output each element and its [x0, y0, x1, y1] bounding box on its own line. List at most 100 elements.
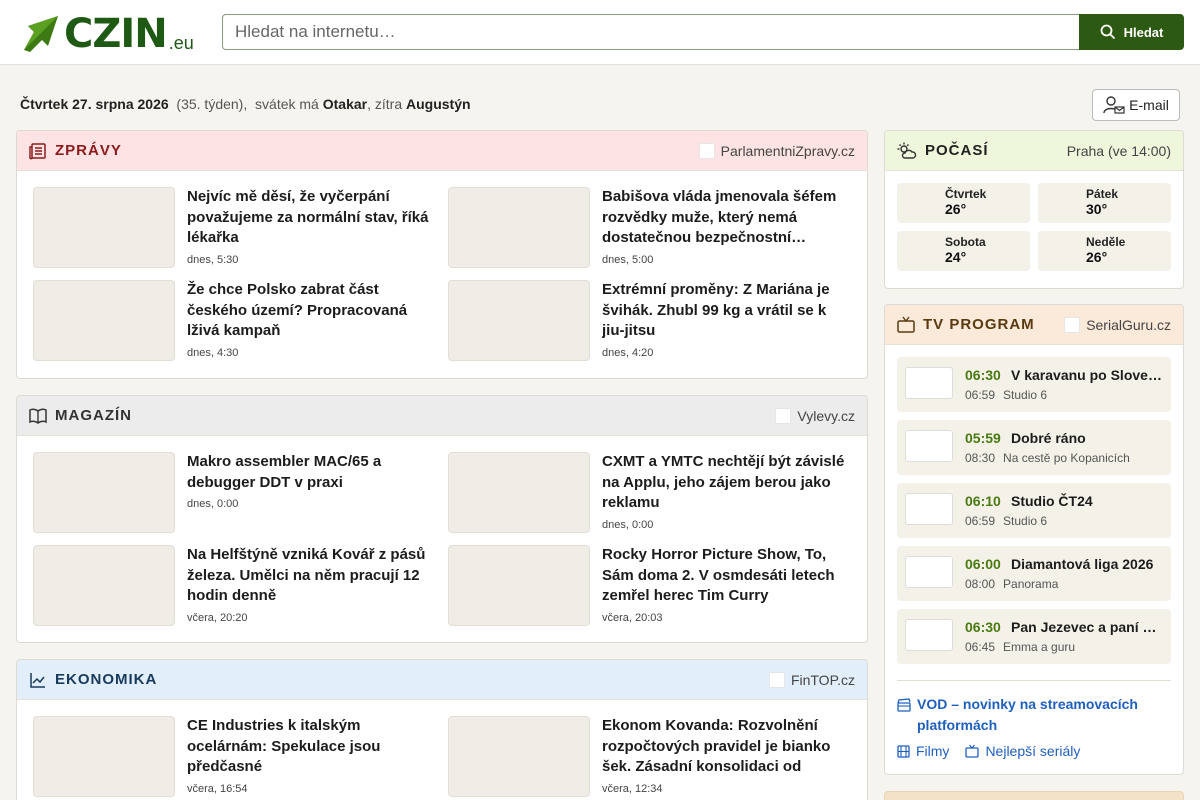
zpravy-source-link[interactable]: ParlamentniZpravy.cz	[698, 142, 855, 159]
tv-show-title[interactable]: Dobré ráno	[1011, 430, 1165, 446]
tv-time: 06:30	[965, 619, 1001, 635]
ekonomika-source-link[interactable]: FinTOP.cz	[768, 671, 855, 688]
weather-temp: 26°	[945, 201, 967, 217]
logo-text: CZIN	[64, 11, 168, 57]
tv-show-title[interactable]: Studio ČT24	[1011, 493, 1165, 509]
search-form: Hledat	[222, 14, 1184, 50]
site-logo[interactable]: CZIN .eu	[20, 10, 210, 54]
tv-next: 06:59 Studio 6	[965, 388, 1047, 402]
news-title[interactable]: Na Helfštýně vzniká Kovář z pásů železa.…	[187, 545, 435, 607]
pocasi-header: POČASÍ Praha (ve 14:00)	[885, 131, 1183, 171]
tv-title[interactable]: TV PROGRAM	[923, 316, 1035, 333]
nameday-name: Otakar	[322, 96, 368, 112]
weather-temp: 24°	[945, 249, 967, 265]
tv-listing[interactable]: 06:30 V karavanu po Slovensku 06:59 Studio …	[897, 357, 1171, 412]
news-item[interactable]: Babišova vláda jmenovala šéfem rozvědky …	[448, 187, 848, 268]
films-link-label: Filmy	[916, 743, 950, 759]
news-title[interactable]: Ekonom Kovanda: Rozvolnění rozpočtových …	[602, 716, 850, 778]
news-title[interactable]: Nejvíc mě děsí, že vyčerpání považujeme …	[187, 187, 435, 249]
email-button[interactable]: E-mail	[1092, 89, 1180, 121]
news-time: včera, 12:34	[602, 783, 663, 795]
magazin-header: MAGAZÍN Vylevy.cz	[17, 396, 867, 436]
weather-day-name: Čtvrtek	[945, 187, 987, 201]
news-title[interactable]: Rocky Horror Picture Show, To, Sám doma …	[602, 545, 850, 607]
news-thumbnail	[33, 452, 175, 533]
news-item[interactable]: Makro assembler MAC/65 a debugger DDT v …	[33, 452, 433, 533]
news-item[interactable]: Na Helfštýně vzniká Kovář z pásů železa.…	[33, 545, 433, 626]
tv-time: 06:10	[965, 493, 1001, 509]
magazin-source-link[interactable]: Vylevy.cz	[775, 407, 855, 424]
news-thumbnail	[33, 545, 175, 626]
tv-listing[interactable]: 06:30 Pan Jezevec a paní Lišková 06:45 Emma…	[897, 609, 1171, 664]
chart-line-icon	[29, 671, 47, 689]
news-item[interactable]: CE Industries k italským ocelárnám: Spek…	[33, 716, 433, 797]
magazin-panel: MAGAZÍN Vylevy.cz Makro assembler MAC/65…	[16, 395, 868, 643]
tv-show-title[interactable]: Pan Jezevec a paní Lišková	[1011, 619, 1165, 635]
tv-next-title: Studio 6	[1003, 388, 1048, 402]
news-time: včera, 20:20	[187, 612, 248, 624]
news-title[interactable]: Makro assembler MAC/65 a debugger DDT v …	[187, 452, 435, 493]
weather-day-name: Pátek	[1086, 187, 1119, 201]
news-item[interactable]: Ekonom Kovanda: Rozvolnění rozpočtových …	[448, 716, 848, 797]
news-thumbnail	[33, 280, 175, 361]
series-link[interactable]: Nejlepší seriály	[965, 743, 1080, 759]
pocasi-location[interactable]: Praha (ve 14:00)	[1067, 143, 1171, 159]
zpravy-title[interactable]: ZPRÁVY	[55, 142, 122, 159]
weather-day: Čtvrtek 26°	[897, 183, 1030, 223]
weather-temp: 30°	[1086, 201, 1108, 217]
news-thumbnail	[448, 452, 590, 533]
tv-next-time: 08:30	[965, 451, 996, 465]
news-item[interactable]: Že chce Polsko zabrat část českého území…	[33, 280, 433, 361]
tv-time: 06:30	[965, 367, 1001, 383]
news-title[interactable]: CXMT a YMTC nechtějí být závislé na Appl…	[602, 452, 850, 514]
tv-listing[interactable]: 06:10 Studio ČT24 06:59 Studio 6	[897, 483, 1171, 538]
news-title[interactable]: CE Industries k italským ocelárnám: Spek…	[187, 716, 435, 778]
ekonomika-panel: EKONOMIKA FinTOP.cz CE Industries k ital…	[16, 659, 868, 800]
search-input[interactable]	[222, 14, 1079, 50]
tv-show-title[interactable]: V karavanu po Slovensku	[1011, 367, 1165, 383]
tv-listing[interactable]: 05:59 Dobré ráno 08:30 Na cestě po Kopanicí…	[897, 420, 1171, 475]
search-button[interactable]: Hledat	[1079, 14, 1184, 50]
news-thumbnail	[448, 187, 590, 268]
pocasi-panel: POČASÍ Praha (ve 14:00) Čtvrtek 26° Pátek…	[884, 130, 1184, 289]
weather-temp: 26°	[1086, 249, 1108, 265]
tv-next-time: 08:00	[965, 577, 996, 591]
news-item[interactable]: Rocky Horror Picture Show, To, Sám doma …	[448, 545, 848, 626]
arrow-logo-icon	[24, 16, 58, 52]
tv-show-title[interactable]: Diamantová liga 2026	[1011, 556, 1165, 572]
news-time: dnes, 0:00	[602, 519, 654, 531]
tv-source-link[interactable]: SerialGuru.cz	[1064, 316, 1171, 333]
news-time: dnes, 0:00	[187, 498, 239, 510]
ekonomika-title[interactable]: EKONOMIKA	[55, 671, 157, 688]
vod-link[interactable]: VOD – novinky na streamovacích platformá…	[897, 694, 1171, 736]
news-thumbnail	[33, 187, 175, 268]
news-item[interactable]: Extrémní proměny: Z Mariána je švihák. Z…	[448, 280, 848, 361]
newspaper-icon	[29, 142, 47, 160]
channel-logo	[905, 619, 953, 651]
zpravy-header: ZPRÁVY ParlamentniZpravy.cz	[17, 131, 867, 171]
zpravy-panel: ZPRÁVY ParlamentniZpravy.cz Nejvíc mě dě…	[16, 130, 868, 379]
ekonomika-header: EKONOMIKA FinTOP.cz	[17, 660, 867, 700]
news-item[interactable]: CXMT a YMTC nechtějí být závislé na Appl…	[448, 452, 848, 533]
news-time: dnes, 5:30	[187, 254, 239, 266]
tv-next-time: 06:59	[965, 514, 996, 528]
weather-day-name: Sobota	[945, 235, 986, 249]
films-link[interactable]: Filmy	[897, 743, 949, 759]
tv-time: 05:59	[965, 430, 1001, 446]
pocasi-title[interactable]: POČASÍ	[925, 142, 989, 159]
news-title[interactable]: Že chce Polsko zabrat část českého území…	[187, 280, 435, 342]
date-info: Čtvrtek 27. srpna 2026 (35. týden), svát…	[20, 96, 471, 112]
news-title[interactable]: Babišova vláda jmenovala šéfem rozvědky …	[602, 187, 850, 249]
site-header: CZIN .eu Hledat	[0, 0, 1200, 65]
news-item[interactable]: Nejvíc mě děsí, že vyčerpání považujeme …	[33, 187, 433, 268]
channel-logo	[905, 493, 953, 525]
weather-day-name: Neděle	[1086, 235, 1126, 249]
news-title[interactable]: Extrémní proměny: Z Mariána je švihák. Z…	[602, 280, 850, 342]
weather-day: Pátek 30°	[1038, 183, 1171, 223]
tv-next-title: Panorama	[1003, 577, 1059, 591]
magazin-title[interactable]: MAGAZÍN	[55, 407, 132, 424]
tv-next-time: 06:59	[965, 388, 996, 402]
vod-sublinks: Filmy Nejlepší seriály	[897, 743, 1080, 759]
tv-listing[interactable]: 06:00 Diamantová liga 2026 08:00 Panorama	[897, 546, 1171, 601]
tv-header: TV PROGRAM SerialGuru.cz	[885, 305, 1183, 345]
